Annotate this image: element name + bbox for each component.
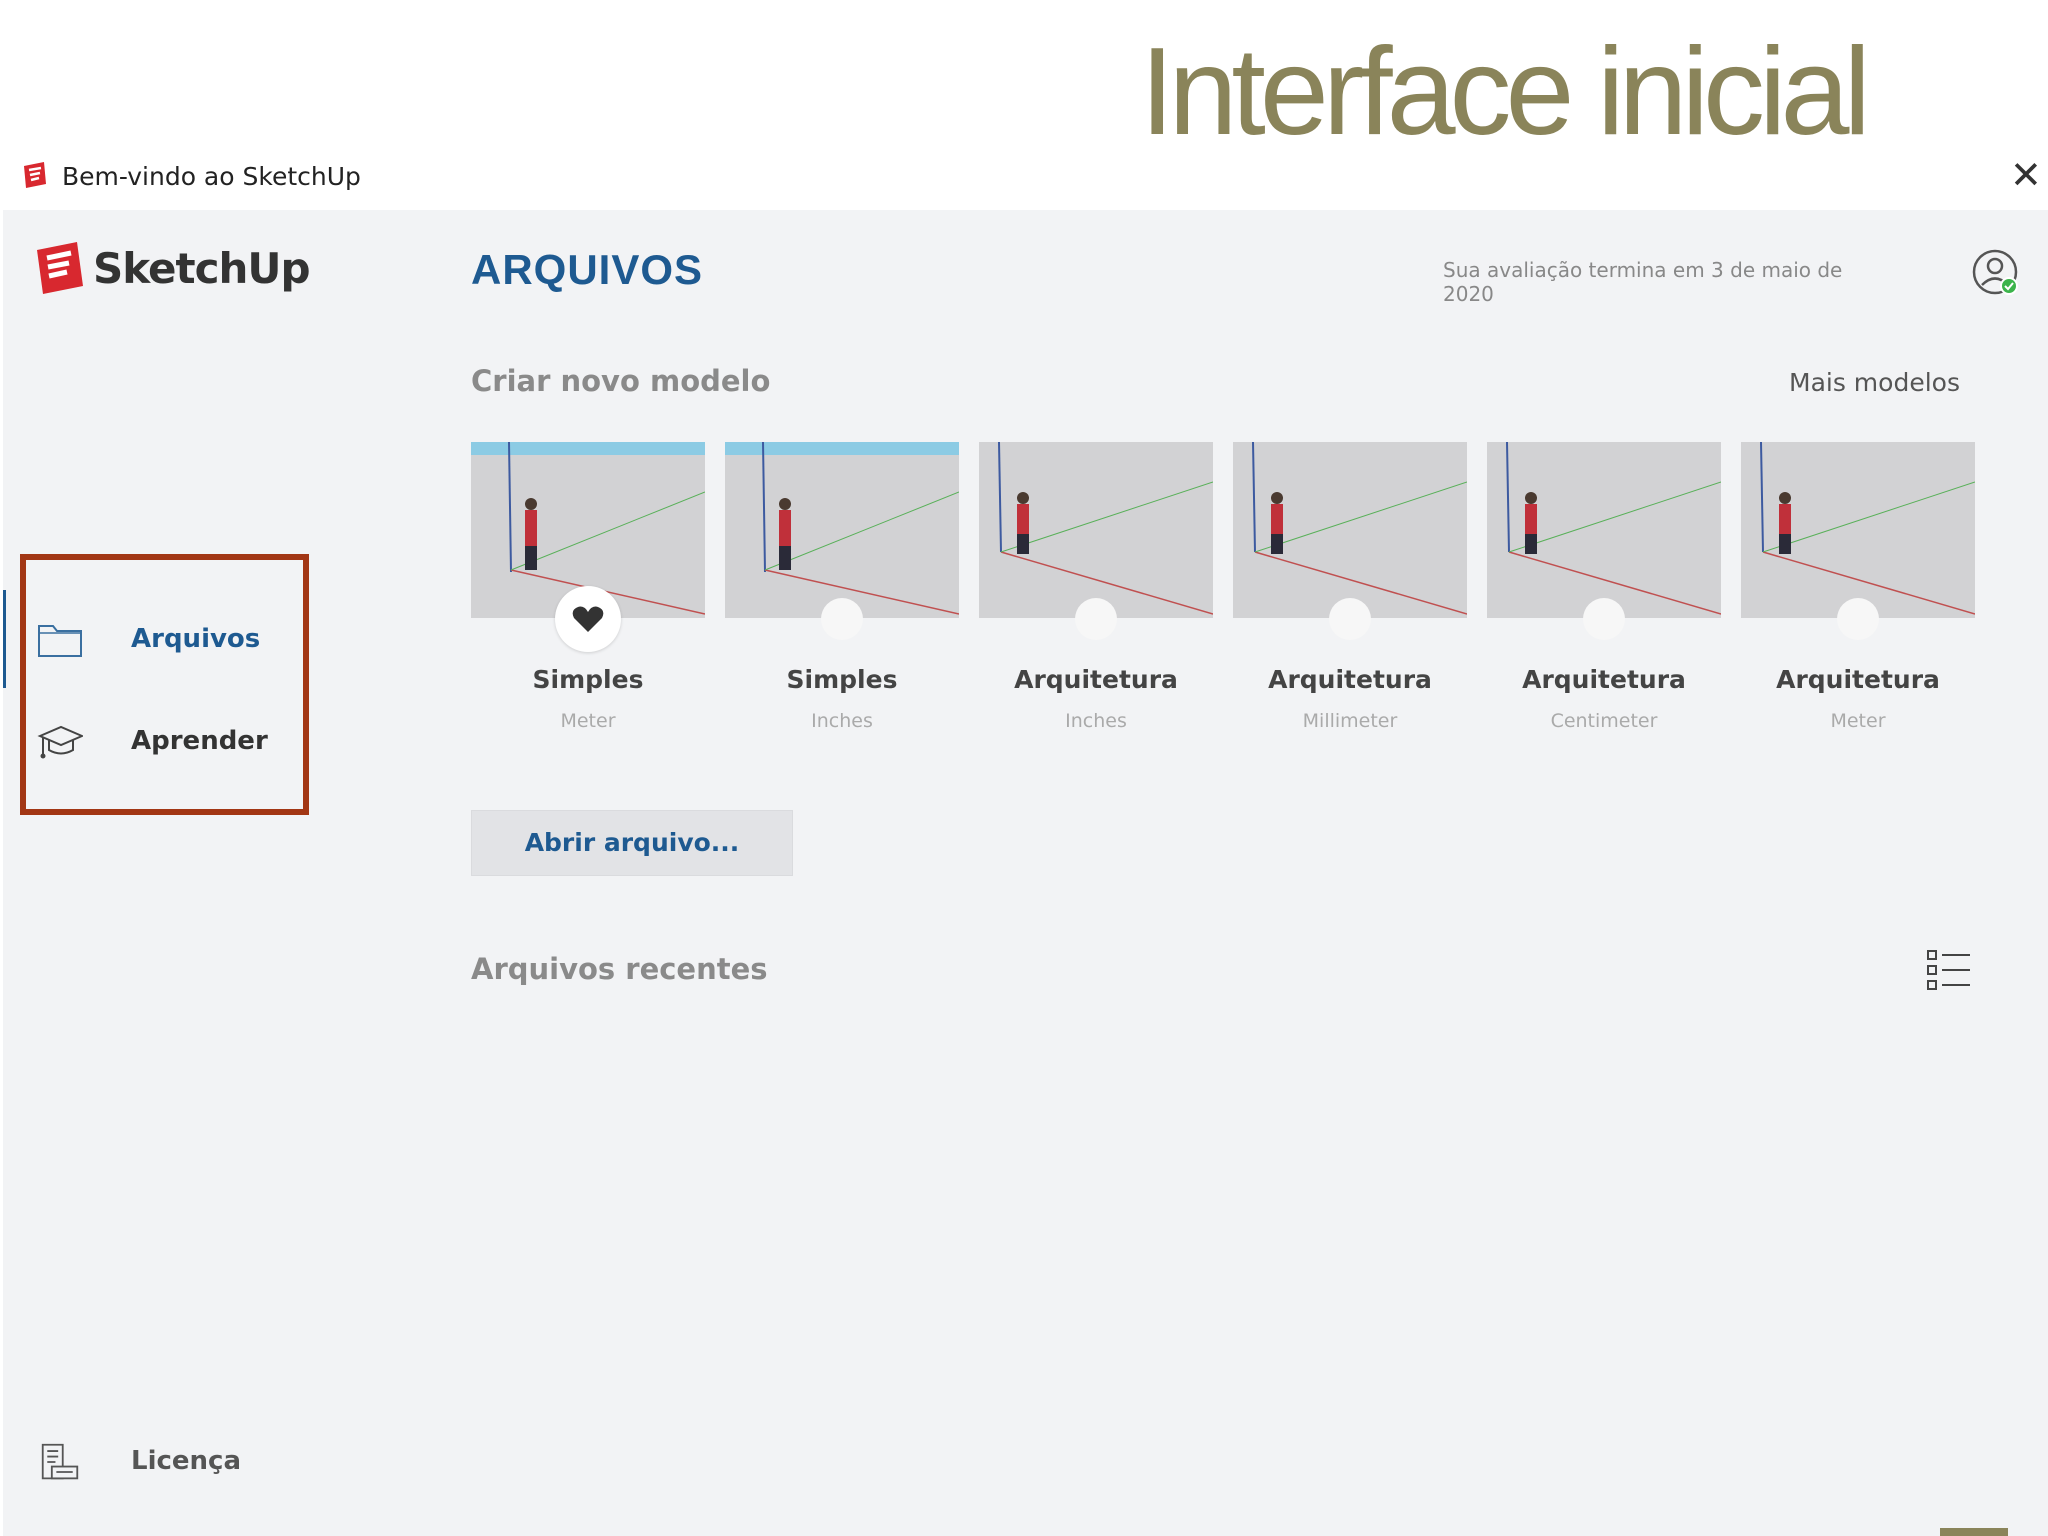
license-icon: [41, 1443, 79, 1480]
heart-icon: [572, 606, 604, 632]
window-title: Bem-vindo ao SketchUp: [62, 162, 361, 191]
template-card[interactable]: Arquitetura Meter: [1741, 442, 1975, 732]
template-card[interactable]: Arquitetura Centimeter: [1487, 442, 1721, 732]
sketchup-logo-icon: [24, 162, 46, 188]
template-thumbnail: [979, 442, 1213, 618]
favorite-toggle[interactable]: [821, 598, 863, 640]
favorite-toggle[interactable]: [1329, 598, 1371, 640]
template-name: Simples: [786, 665, 898, 694]
favorite-toggle[interactable]: [555, 586, 621, 652]
sketchup-logo-icon: [37, 242, 83, 294]
welcome-window: SketchUp Arquivos Aprender ARQUIVOS Sua …: [3, 210, 2048, 1536]
template-thumbnail: [1487, 442, 1721, 618]
recent-files-heading: Arquivos recentes: [471, 952, 768, 986]
template-unit: Millimeter: [1302, 710, 1398, 732]
template-unit: Inches: [811, 710, 873, 732]
account-icon[interactable]: [1971, 248, 2021, 298]
template-unit: Meter: [1830, 710, 1886, 732]
active-indicator: [3, 590, 6, 688]
template-unit: Inches: [1065, 710, 1127, 732]
trial-notice: Sua avaliação termina em 3 de maio de 20…: [1443, 258, 1843, 306]
template-thumbnail: [1741, 442, 1975, 618]
template-card[interactable]: Simples Inches: [725, 442, 959, 732]
sidebar-item-label: Licença: [131, 1446, 241, 1476]
template-name: Arquitetura: [1268, 665, 1432, 694]
open-file-button[interactable]: Abrir arquivo...: [471, 810, 793, 876]
more-templates-link[interactable]: Mais modelos: [1789, 368, 1960, 397]
template-card[interactable]: Arquitetura Inches: [979, 442, 1213, 732]
template-name: Simples: [532, 665, 644, 694]
template-unit: Meter: [560, 710, 616, 732]
page-title: ARQUIVOS: [471, 246, 704, 293]
template-name: Arquitetura: [1776, 665, 1940, 694]
template-thumbnail: [1233, 442, 1467, 618]
slide-corner-decoration: [1940, 1528, 2008, 1536]
template-unit: Centimeter: [1550, 710, 1658, 732]
list-view-icon[interactable]: [1926, 948, 1972, 992]
slide-title: Interface inicial: [1140, 23, 1871, 161]
template-card[interactable]: Arquitetura Millimeter: [1233, 442, 1467, 732]
favorite-toggle[interactable]: [1583, 598, 1625, 640]
template-card[interactable]: Simples Meter: [471, 442, 705, 732]
window-titlebar: Bem-vindo ao SketchUp ✕: [0, 150, 2048, 210]
template-name: Arquitetura: [1522, 665, 1686, 694]
favorite-toggle[interactable]: [1837, 598, 1879, 640]
sidebar-item-license[interactable]: Licença: [33, 1432, 273, 1492]
template-thumbnail: [725, 442, 959, 618]
brand-logo: SketchUp: [33, 240, 311, 300]
favorite-toggle[interactable]: [1075, 598, 1117, 640]
template-name: Arquitetura: [1014, 665, 1178, 694]
close-icon[interactable]: ✕: [2010, 156, 2042, 194]
new-model-heading: Criar novo modelo: [471, 364, 771, 398]
annotation-highlight-box: [20, 554, 309, 815]
brand-name: SketchUp: [93, 244, 311, 293]
